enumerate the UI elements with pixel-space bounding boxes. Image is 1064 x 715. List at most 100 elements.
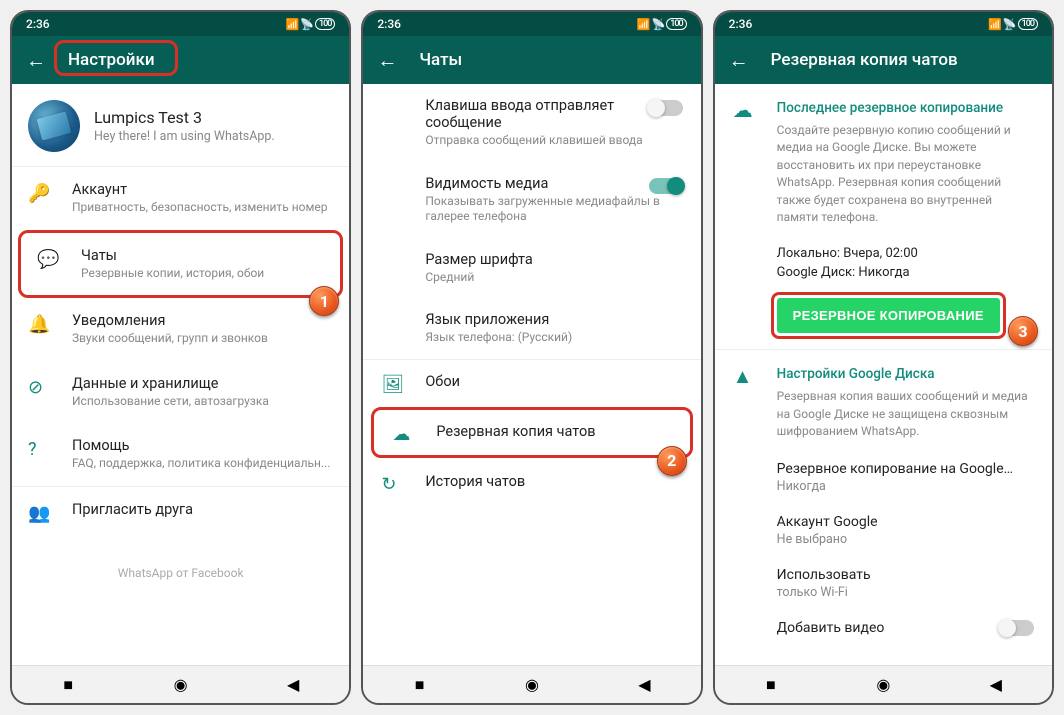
backup-title: Резервная копия чатов: [436, 423, 671, 440]
app-bar: ← Чаты: [363, 36, 700, 84]
back-arrow-icon[interactable]: ←: [377, 48, 397, 73]
data-title: Данные и хранилище: [72, 375, 269, 392]
section-body-text: Создайте резервную копию сообщений и мед…: [715, 122, 1052, 236]
settings-item-invite[interactable]: 👥 Пригласить друга: [12, 487, 349, 538]
appbar-title: Чаты: [419, 50, 462, 70]
step-badge-3: 3: [1008, 316, 1038, 346]
chat-icon: 💬: [37, 247, 59, 270]
row-chat-history[interactable]: ↻ История чатов: [363, 460, 700, 505]
row-chat-backup[interactable]: ☁ Резервная копия чатов: [371, 407, 692, 458]
row-include-video[interactable]: Добавить видео: [715, 610, 1052, 648]
status-bar: 2:36 📶📡100: [12, 12, 349, 36]
profile-row[interactable]: Lumpics Test 3 Hey there! I am using Wha…: [12, 84, 349, 166]
help-icon: ?: [28, 437, 50, 460]
highlight-backup-button: РЕЗЕРВНОЕ КОПИРОВАНИЕ: [771, 292, 1006, 339]
row-font-size[interactable]: Размер шрифта Средний: [363, 238, 700, 299]
row-use-network[interactable]: Использовать только Wi-Fi: [715, 557, 1052, 610]
back-arrow-icon[interactable]: ←: [729, 48, 749, 73]
phone-screen-chats: 2:36 📶📡100 ← Чаты Клавиша ввода отправля…: [361, 10, 702, 705]
nav-back-icon[interactable]: ◀: [634, 675, 654, 695]
invite-title: Пригласить друга: [72, 501, 193, 518]
profile-name: Lumpics Test 3: [94, 108, 275, 127]
account-sub: Приватность, безопасность, изменить номе…: [72, 200, 327, 216]
app-bar: ← Настройки: [12, 36, 349, 84]
font-sub: Средний: [425, 270, 682, 286]
notif-title: Уведомления: [72, 312, 268, 329]
g-row3-title: Добавить видео: [777, 620, 1034, 636]
settings-item-account[interactable]: 🔑 Аккаунт Приватность, безопасность, изм…: [12, 167, 349, 230]
row-wallpaper[interactable]: 🖼 Обои: [363, 360, 700, 405]
section-last-backup: ☁ Последнее резервное копирование: [715, 84, 1052, 122]
row-app-language[interactable]: Язык приложения Язык телефона: (Русский): [363, 298, 700, 359]
app-bar: ← Резервная копия чатов: [715, 36, 1052, 84]
media-title: Видимость медиа: [425, 175, 682, 192]
settings-item-chats[interactable]: 💬 Чаты Резервные копии, история, обои: [18, 230, 343, 299]
status-bar: 2:36 📶📡100: [715, 12, 1052, 36]
help-title: Помощь: [72, 437, 330, 454]
nav-recents-icon[interactable]: ■: [58, 675, 78, 695]
appbar-title: Резервная копия чатов: [771, 50, 958, 70]
g-row0-sub: Никогда: [777, 479, 1034, 494]
help-sub: FAQ, поддержка, политика конфиденциальн.…: [72, 456, 330, 472]
gdrive-icon: ▲: [733, 364, 753, 389]
wallpaper-icon: 🖼: [381, 374, 403, 395]
gdrive-body-text: Резервная копия ваших сообщений и медиа …: [715, 388, 1052, 450]
row-media-visibility[interactable]: Видимость медиа Показывать загруженные м…: [363, 162, 700, 238]
g-row1-title: Аккаунт Google: [777, 514, 1034, 530]
nav-bar: ■ ◉ ◀: [715, 665, 1052, 703]
history-icon: ↻: [381, 474, 403, 495]
backup-gdrive: Google Диск: Никогда: [715, 263, 1052, 282]
status-icons: 📶📡100: [637, 18, 687, 31]
nav-bar: ■ ◉ ◀: [363, 665, 700, 703]
enter-title: Клавиша ввода отправляет сообщение: [425, 97, 682, 131]
status-time: 2:36: [729, 17, 753, 31]
nav-home-icon[interactable]: ◉: [873, 675, 893, 695]
settings-item-notifications[interactable]: 🔔 Уведомления Звуки сообщений, групп и з…: [12, 298, 349, 361]
g-row0-title: Резервное копирование на Google…: [777, 461, 1034, 477]
toggle-include-video[interactable]: [1000, 620, 1034, 636]
phone-screen-settings: 2:36 📶📡100 ← Настройки Lumpics Test 3 He…: [10, 10, 351, 705]
cloud-icon: ☁: [392, 424, 414, 445]
gdrive-head-text: Настройки Google Диска: [777, 366, 935, 382]
wallpaper-title: Обои: [425, 373, 682, 390]
back-arrow-icon[interactable]: ←: [26, 48, 46, 73]
backup-local: Локально: Вчера, 02:00: [715, 244, 1052, 263]
nav-home-icon[interactable]: ◉: [171, 675, 191, 695]
key-icon: 🔑: [28, 181, 50, 204]
people-icon: 👥: [28, 501, 50, 524]
phone-screen-backup: 2:36 📶📡100 ← Резервная копия чатов ☁ Пос…: [713, 10, 1054, 705]
g-row2-title: Использовать: [777, 567, 1034, 583]
profile-status: Hey there! I am using WhatsApp.: [94, 129, 275, 144]
toggle-enter-sends[interactable]: [649, 100, 683, 116]
font-title: Размер шрифта: [425, 251, 682, 268]
data-icon: ⊘: [28, 375, 50, 398]
nav-recents-icon[interactable]: ■: [761, 675, 781, 695]
settings-content: Lumpics Test 3 Hey there! I am using Wha…: [12, 84, 349, 665]
status-icons: 📶📡100: [286, 18, 336, 31]
row-enter-sends[interactable]: Клавиша ввода отправляет сообщение Отпра…: [363, 84, 700, 162]
avatar: [28, 100, 80, 152]
history-title: История чатов: [425, 473, 682, 490]
row-google-account[interactable]: Аккаунт Google Не выбрано: [715, 504, 1052, 557]
status-time: 2:36: [26, 17, 50, 31]
backup-button[interactable]: РЕЗЕРВНОЕ КОПИРОВАНИЕ: [777, 298, 1000, 333]
footer-text: WhatsApp от Facebook: [12, 538, 349, 580]
lang-title: Язык приложения: [425, 311, 682, 328]
status-icons: 📶📡100: [988, 18, 1038, 31]
cloud-upload-icon: ☁: [733, 98, 753, 122]
g-row1-sub: Не выбрано: [777, 532, 1034, 547]
status-bar: 2:36 📶📡100: [363, 12, 700, 36]
status-time: 2:36: [377, 17, 401, 31]
account-title: Аккаунт: [72, 181, 327, 198]
settings-item-data[interactable]: ⊘ Данные и хранилище Использование сети,…: [12, 361, 349, 424]
nav-recents-icon[interactable]: ■: [410, 675, 430, 695]
g-row2-sub: только Wi-Fi: [777, 585, 1034, 600]
toggle-media-visibility[interactable]: [649, 178, 683, 194]
settings-item-help[interactable]: ? Помощь FAQ, поддержка, политика конфид…: [12, 423, 349, 486]
nav-back-icon[interactable]: ◀: [986, 675, 1006, 695]
nav-back-icon[interactable]: ◀: [283, 675, 303, 695]
nav-home-icon[interactable]: ◉: [522, 675, 542, 695]
chats-sub: Резервные копии, история, обои: [81, 266, 264, 282]
row-backup-to-gdrive[interactable]: Резервное копирование на Google… Никогда: [715, 451, 1052, 504]
appbar-title: Настройки: [68, 50, 155, 70]
